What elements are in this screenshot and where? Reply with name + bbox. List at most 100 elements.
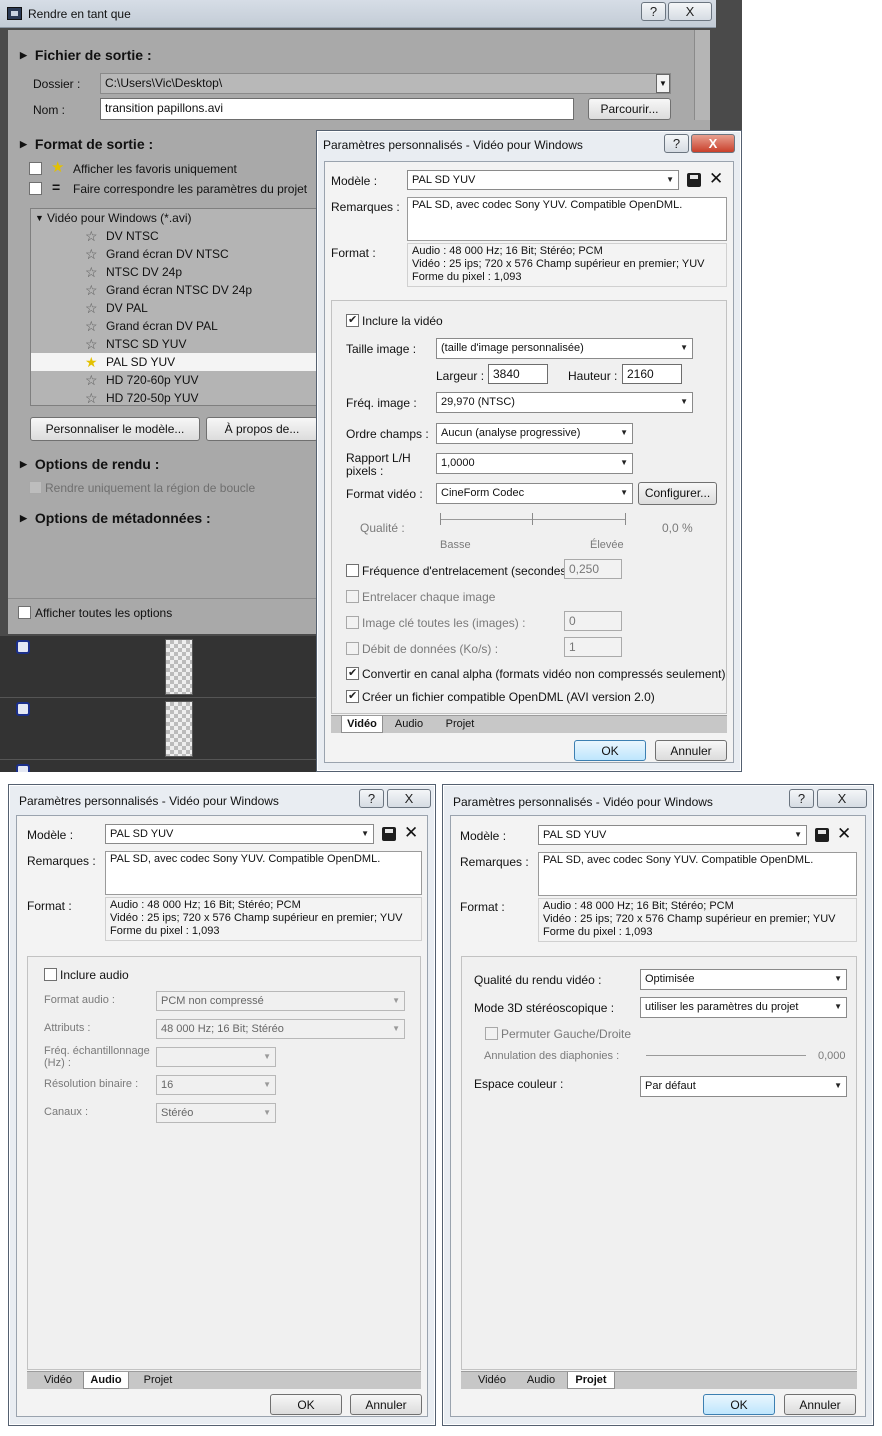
tab-project[interactable]: Projet	[435, 716, 485, 733]
field-order-combo[interactable]: Aucun (analyse progressive)	[436, 423, 633, 444]
crosstalk-slider[interactable]	[646, 1055, 806, 1056]
save-icon[interactable]	[815, 828, 829, 842]
tab-video[interactable]: Vidéo	[341, 716, 383, 733]
sample-rate-combo[interactable]	[156, 1047, 276, 1067]
include-audio-checkbox[interactable]	[44, 968, 57, 981]
loop-region-checkbox[interactable]	[29, 481, 42, 494]
tree-item[interactable]: ☆ Grand écran DV NTSC	[31, 245, 317, 263]
opendml-checkbox[interactable]	[346, 689, 359, 703]
chevron-down-icon[interactable]: ▼	[656, 74, 670, 93]
save-icon[interactable]	[687, 173, 701, 187]
ok-button[interactable]: OK	[574, 740, 646, 761]
about-button[interactable]: À propos de...	[206, 417, 318, 441]
help-button[interactable]: ?	[664, 134, 689, 153]
show-all-options-checkbox[interactable]	[18, 606, 31, 619]
close-button[interactable]: X	[817, 789, 867, 808]
close-button[interactable]: X	[691, 134, 735, 153]
save-icon[interactable]	[382, 827, 396, 841]
tab-project[interactable]: Projet	[133, 1372, 183, 1389]
width-input[interactable]: 3840	[488, 364, 548, 384]
configure-button[interactable]: Configurer...	[638, 482, 717, 505]
tree-item[interactable]: ☆ HD 720-50p YUV	[31, 389, 317, 407]
bit-depth-combo[interactable]: 16	[156, 1075, 276, 1095]
interleave-input[interactable]: 0,250	[564, 559, 622, 579]
clip-thumbnail[interactable]	[165, 639, 193, 695]
mute-icon[interactable]	[16, 702, 30, 716]
template-tree[interactable]: ▼ Vidéo pour Windows (*.avi) ☆ DV NTSC ☆ G…	[30, 208, 318, 406]
clip-thumbnail[interactable]	[165, 701, 193, 757]
help-button[interactable]: ?	[789, 789, 814, 808]
customize-template-button[interactable]: Personnaliser le modèle...	[30, 417, 200, 441]
tree-item[interactable]: ☆ NTSC SD YUV	[31, 335, 317, 353]
attributes-combo[interactable]: 48 000 Hz; 16 Bit; Stéréo	[156, 1019, 405, 1039]
tab-project[interactable]: Projet	[567, 1372, 615, 1389]
tree-item[interactable]: ☆ Grand écran DV PAL	[31, 317, 317, 335]
interleave-each-frame-checkbox[interactable]	[346, 590, 359, 603]
tree-item[interactable]: ☆ Grand écran NTSC DV 24p	[31, 281, 317, 299]
favorites-checkbox[interactable]	[29, 162, 42, 175]
color-space-combo[interactable]: Par défaut	[640, 1076, 847, 1097]
name-input[interactable]: transition papillons.avi	[100, 98, 574, 120]
audio-format-combo[interactable]: PCM non compressé	[156, 991, 405, 1011]
tab-audio[interactable]: Audio	[83, 1372, 129, 1389]
remarks-text[interactable]: PAL SD, avec codec Sony YUV. Compatible …	[105, 851, 422, 895]
vertical-scrollbar[interactable]	[694, 30, 710, 120]
interleave-checkbox[interactable]	[346, 564, 359, 577]
keyframe-input[interactable]: 0	[564, 611, 622, 631]
model-combo[interactable]: PAL SD YUV	[105, 824, 374, 844]
folder-combo[interactable]: C:\Users\Vic\Desktop\	[100, 73, 671, 94]
include-video-checkbox[interactable]	[346, 313, 359, 327]
tab-video[interactable]: Vidéo	[471, 1372, 513, 1389]
browse-button[interactable]: Parcourir...	[588, 98, 671, 120]
alpha-channel-checkbox[interactable]	[346, 666, 359, 680]
mute-icon[interactable]	[16, 764, 30, 772]
tree-root[interactable]: ▼ Vidéo pour Windows (*.avi)	[31, 209, 317, 227]
section-output-format[interactable]: ▶ Format de sortie :	[20, 136, 153, 152]
help-button[interactable]: ?	[641, 2, 666, 21]
cancel-button[interactable]: Annuler	[784, 1394, 856, 1415]
height-label: Hauteur :	[568, 369, 618, 383]
tree-item[interactable]: ☆ DV NTSC	[31, 227, 317, 245]
data-rate-checkbox[interactable]	[346, 642, 359, 655]
frame-size-combo[interactable]: (taille d'image personnalisée)	[436, 338, 693, 359]
pixel-aspect-combo[interactable]: 1,0000	[436, 453, 633, 474]
delete-icon[interactable]: ✕	[404, 824, 418, 841]
render-quality-combo[interactable]: Optimisée	[640, 969, 847, 990]
tab-audio[interactable]: Audio	[519, 1372, 563, 1389]
cancel-button[interactable]: Annuler	[350, 1394, 422, 1415]
remarks-text[interactable]: PAL SD, avec codec Sony YUV. Compatible …	[407, 197, 727, 241]
stereo3d-combo[interactable]: utiliser les paramètres du projet	[640, 997, 847, 1018]
star-outline-icon: ☆	[85, 246, 98, 262]
frame-rate-combo[interactable]: 29,970 (NTSC)	[436, 392, 693, 413]
tree-item[interactable]: ☆ NTSC DV 24p	[31, 263, 317, 281]
quality-slider[interactable]	[440, 519, 626, 520]
height-input[interactable]: 2160	[622, 364, 682, 384]
model-combo[interactable]: PAL SD YUV	[407, 170, 679, 190]
delete-icon[interactable]: ✕	[837, 825, 851, 842]
remarks-text[interactable]: PAL SD, avec codec Sony YUV. Compatible …	[538, 852, 857, 896]
close-button[interactable]: X	[668, 2, 712, 21]
ok-button[interactable]: OK	[703, 1394, 775, 1415]
model-combo[interactable]: PAL SD YUV	[538, 825, 807, 845]
help-button[interactable]: ?	[359, 789, 384, 808]
section-render-options[interactable]: ▶ Options de rendu :	[20, 456, 159, 472]
cancel-button[interactable]: Annuler	[655, 740, 727, 761]
ok-button[interactable]: OK	[270, 1394, 342, 1415]
close-button[interactable]: X	[387, 789, 431, 808]
section-output-file[interactable]: ▶ Fichier de sortie :	[20, 47, 152, 63]
tree-item[interactable]: ☆ HD 720-60p YUV	[31, 371, 317, 389]
tree-item[interactable]: ☆ DV PAL	[31, 299, 317, 317]
format-text: Audio : 48 000 Hz; 16 Bit; Stéréo; PCM V…	[105, 897, 422, 941]
data-rate-input[interactable]: 1	[564, 637, 622, 657]
tree-item-selected[interactable]: ★ PAL SD YUV	[31, 353, 317, 371]
tab-video[interactable]: Vidéo	[37, 1372, 79, 1389]
swap-lr-checkbox[interactable]	[485, 1027, 498, 1040]
delete-icon[interactable]: ✕	[709, 170, 723, 187]
video-format-combo[interactable]: CineForm Codec	[436, 483, 633, 504]
keyframe-checkbox[interactable]	[346, 616, 359, 629]
channels-combo[interactable]: Stéréo	[156, 1103, 276, 1123]
section-metadata-options[interactable]: ▶ Options de métadonnées :	[20, 510, 211, 526]
mute-icon[interactable]	[16, 640, 30, 654]
tab-audio[interactable]: Audio	[387, 716, 431, 733]
match-project-checkbox[interactable]	[29, 182, 42, 195]
